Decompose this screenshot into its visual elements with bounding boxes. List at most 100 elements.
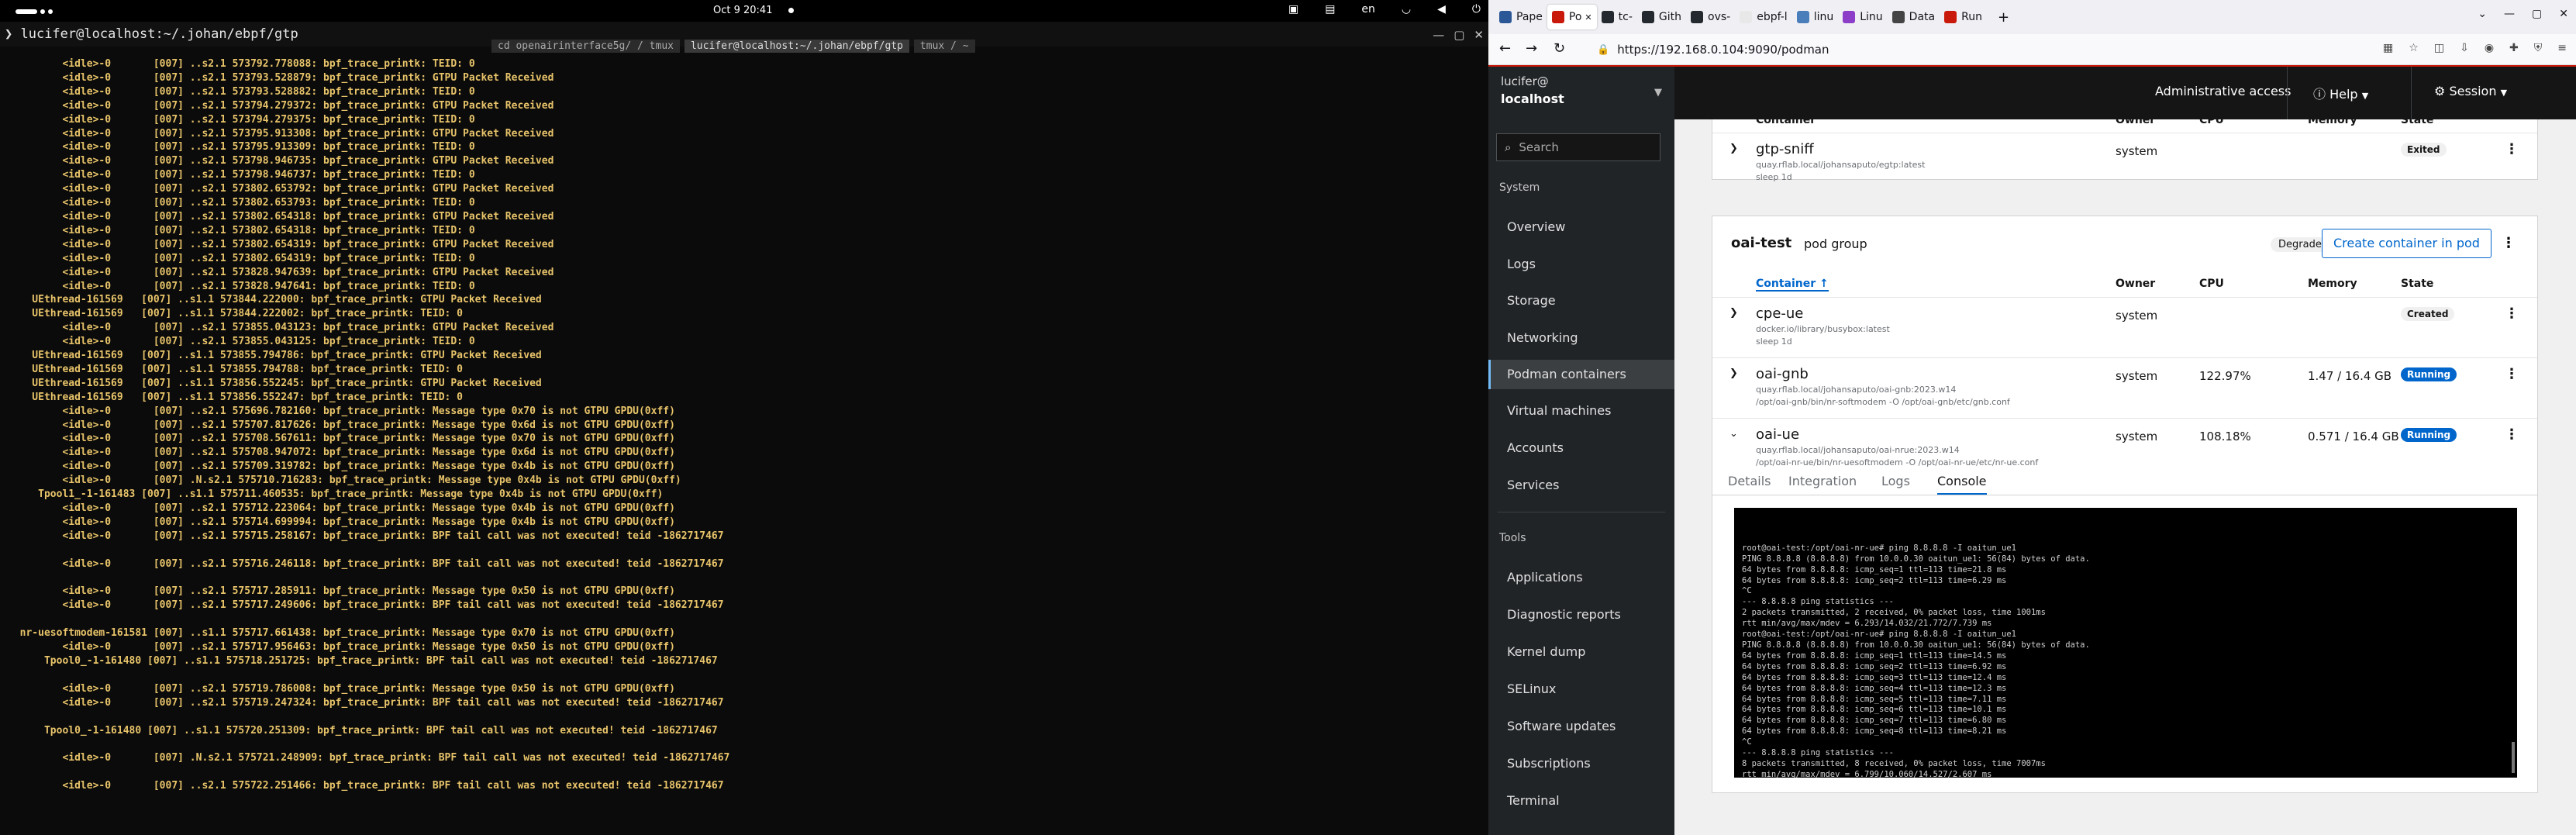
container-name[interactable]: gtp-sniff: [1756, 141, 1814, 157]
volume-icon[interactable]: ◀: [1437, 3, 1446, 16]
sidebar-item-subscriptions[interactable]: Subscriptions: [1488, 749, 1674, 778]
language-indicator[interactable]: en: [1361, 3, 1375, 16]
sidebar-item-logs[interactable]: Logs: [1488, 250, 1674, 279]
kebab-menu-icon[interactable]: ⋮: [2505, 426, 2519, 443]
container-console[interactable]: root@oai-test:/opt/oai-nr-ue# ping 8.8.8…: [1734, 508, 2517, 778]
collapse-chevron-icon[interactable]: ⌄: [1729, 428, 1738, 440]
extensions-puzzle-icon[interactable]: ✚: [2509, 42, 2519, 54]
container-name[interactable]: cpe-ue: [1756, 305, 1803, 322]
close-icon[interactable]: ✕: [2559, 8, 2568, 20]
column-memory[interactable]: Memory: [2308, 278, 2357, 290]
pocket-icon[interactable]: ◫: [2434, 42, 2444, 54]
sidebar-item-selinux[interactable]: SELinux: [1488, 675, 1674, 704]
sidebar-item-storage[interactable]: Storage: [1488, 286, 1674, 316]
clipboard-icon[interactable]: ▤: [1325, 3, 1335, 16]
terminal-window[interactable]: ❯ lucifer@localhost:~/.johan/ebpf/gtp cd…: [0, 22, 1488, 835]
column-container[interactable]: Container: [1756, 119, 1816, 126]
column-owner[interactable]: Owner: [2116, 278, 2155, 290]
close-icon[interactable]: ✕: [1474, 28, 1484, 42]
console-scrollbar[interactable]: [2512, 742, 2515, 773]
sidebar-item-software-updates[interactable]: Software updates: [1488, 712, 1674, 741]
sidebar-item-terminal[interactable]: Terminal: [1488, 786, 1674, 816]
kebab-menu-icon[interactable]: ⋮: [2505, 366, 2519, 382]
sidebar-item-services[interactable]: Services: [1488, 471, 1674, 500]
expand-chevron-icon[interactable]: ❯: [1729, 143, 1738, 154]
browser-tab[interactable]: Data: [1888, 5, 1940, 29]
browser-tab[interactable]: ebpf-l: [1735, 5, 1792, 29]
screenshot-icon[interactable]: ▣: [1288, 3, 1298, 16]
close-tab-icon[interactable]: ✕: [1585, 12, 1591, 22]
search-input[interactable]: ⌕ Search: [1496, 133, 1660, 161]
terminal-output[interactable]: <idle>-0 [007] ..s2.1 573792.778088: bpf…: [8, 57, 1481, 835]
column-container[interactable]: Container ↑: [1756, 278, 1829, 292]
browser-tab[interactable]: tc-: [1597, 5, 1637, 29]
download-icon[interactable]: ⇩: [2460, 42, 2469, 54]
tab-details[interactable]: Details: [1728, 474, 1771, 488]
column-state[interactable]: State: [2401, 278, 2433, 290]
bookmark-star-icon[interactable]: ☆: [2409, 42, 2419, 54]
back-icon[interactable]: ←: [1499, 40, 1511, 57]
lock-icon[interactable]: 🔒: [1597, 44, 1609, 56]
column-memory[interactable]: Memory: [2308, 119, 2357, 126]
power-icon[interactable]: ⏻: [1472, 3, 1481, 16]
session-menu[interactable]: ⚙ Session ▼: [2434, 84, 2507, 98]
browser-tab[interactable]: ovs-: [1686, 5, 1735, 29]
sidebar-item-diagnostic-reports[interactable]: Diagnostic reports: [1488, 600, 1674, 630]
tmux-tab-active[interactable]: lucifer@localhost:~/.johan/ebpf/gtp: [684, 40, 909, 53]
host-switcher[interactable]: lucifer@ localhost ▼: [1488, 67, 1674, 119]
container-name[interactable]: oai-gnb: [1756, 366, 1809, 382]
column-state[interactable]: State: [2401, 119, 2433, 126]
minimize-icon[interactable]: —: [2504, 8, 2515, 20]
container-row-gtp-sniff[interactable]: ❯ gtp-sniff quay.rflab.local/johansaputo…: [1712, 133, 2537, 182]
column-cpu[interactable]: CPU: [2199, 278, 2224, 290]
administrative-access-button[interactable]: Administrative access: [2155, 84, 2291, 98]
create-container-button[interactable]: Create container in pod: [2322, 229, 2492, 258]
column-cpu[interactable]: CPU: [2199, 119, 2224, 126]
browser-tab[interactable]: Gith: [1637, 5, 1686, 29]
expand-chevron-icon[interactable]: ❯: [1729, 367, 1738, 379]
workspace-indicator[interactable]: [16, 9, 56, 21]
sidebar-item-overview[interactable]: Overview: [1488, 212, 1674, 242]
browser-tab[interactable]: Run: [1940, 5, 1987, 29]
sidebar-item-virtual-machines[interactable]: Virtual machines: [1488, 396, 1674, 426]
container-row-cpe-ue[interactable]: ❯ cpe-ue docker.io/library/busybox:lates…: [1712, 297, 2537, 357]
clock-menu[interactable]: Oct 9 20:41: [713, 5, 794, 16]
maximize-icon[interactable]: ▢: [1454, 28, 1464, 42]
maximize-icon[interactable]: ▢: [2532, 8, 2542, 20]
url-bar[interactable]: 🔒 https://192.168.0.104:9090/podman: [1597, 39, 2372, 60]
tab-list-icon[interactable]: ⌄: [2478, 8, 2487, 20]
url-text[interactable]: https://192.168.0.104:9090/podman: [1617, 43, 1829, 57]
expand-chevron-icon[interactable]: ❯: [1729, 307, 1738, 319]
browser-tab[interactable]: Po ✕: [1547, 5, 1597, 29]
container-name[interactable]: oai-ue: [1756, 426, 1799, 443]
container-row-oai-gnb[interactable]: ❯ oai-gnb quay.rflab.local/johansaputo/o…: [1712, 357, 2537, 418]
sidebar-item-applications[interactable]: Applications: [1488, 563, 1674, 592]
sidebar-item-podman-containers[interactable]: Podman containers: [1488, 360, 1674, 389]
kebab-menu-icon[interactable]: ⋮: [2505, 305, 2519, 322]
tab-logs[interactable]: Logs: [1881, 474, 1910, 488]
kebab-menu-icon[interactable]: ⋮: [2502, 235, 2516, 251]
extension-icon[interactable]: ▦: [2383, 42, 2393, 54]
tmux-tab[interactable]: cd openairinterface5g/ / tmux: [491, 40, 680, 53]
tab-console[interactable]: Console: [1937, 474, 1987, 495]
new-tab-icon[interactable]: +: [1993, 5, 2014, 29]
forward-icon[interactable]: →: [1526, 40, 1537, 57]
browser-tab[interactable]: Linu: [1838, 5, 1887, 29]
help-menu[interactable]: ⓘ Help ▼: [2313, 84, 2368, 102]
account-icon[interactable]: ◉: [2485, 42, 2494, 54]
sidebar-item-kernel-dump[interactable]: Kernel dump: [1488, 637, 1674, 667]
tmux-tab[interactable]: tmux / ~: [913, 40, 975, 53]
container-owner: system: [2116, 144, 2158, 158]
column-owner[interactable]: Owner: [2116, 119, 2155, 126]
minimize-icon[interactable]: —: [1433, 28, 1444, 42]
wifi-icon[interactable]: ◡: [1402, 3, 1411, 16]
reload-icon[interactable]: ↻: [1554, 40, 1565, 57]
browser-tab[interactable]: linu: [1792, 5, 1839, 29]
kebab-menu-icon[interactable]: ⋮: [2505, 141, 2519, 157]
tab-integration[interactable]: Integration: [1788, 474, 1857, 488]
sidebar-item-accounts[interactable]: Accounts: [1488, 433, 1674, 463]
shield-icon[interactable]: ⛨: [2534, 42, 2543, 54]
browser-tab[interactable]: Pape: [1495, 5, 1547, 29]
sidebar-item-networking[interactable]: Networking: [1488, 323, 1674, 353]
menu-icon[interactable]: ≡: [2557, 42, 2567, 54]
